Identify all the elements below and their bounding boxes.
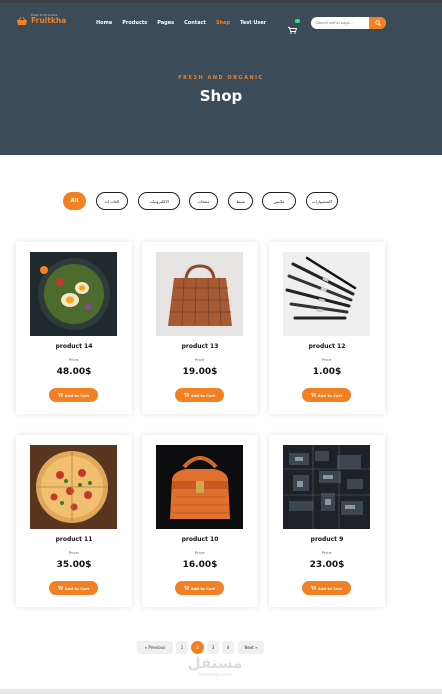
cart-icon (183, 586, 189, 590)
product-card[interactable]: product 9 Price: 23.00$ Add to Cart (269, 435, 385, 607)
cart-badge: 1 (295, 19, 300, 23)
brand-name: Fruitkha (31, 16, 67, 26)
product-card[interactable]: product 14 Price: 48.00$ Add to Cart (16, 242, 132, 414)
add-to-cart-button[interactable]: Add to Cart (175, 388, 224, 402)
add-to-cart-button[interactable]: Add to Cart (49, 388, 98, 402)
search-button[interactable] (369, 17, 386, 29)
product-image[interactable] (30, 445, 117, 529)
page-title: Shop (199, 87, 243, 105)
product-name[interactable]: product 14 (16, 343, 132, 350)
filter-products[interactable]: منتجات (189, 192, 218, 210)
pagination-page[interactable]: 1 (176, 641, 188, 654)
pagination-page[interactable]: 3 (207, 641, 219, 654)
filter-electronics[interactable]: الالكترونيات (138, 192, 180, 210)
brand-tagline: Fresh Fruit Online (31, 13, 58, 17)
watermark: مستقل mostaql.com (180, 654, 250, 684)
cart-icon (310, 586, 316, 590)
product-price: 16.00$ (182, 560, 218, 570)
product-price: 35.00$ (56, 560, 92, 570)
add-to-cart-label: Add to Cart (190, 585, 216, 591)
product-card[interactable]: product 10 Price: 16.00$ Add to Cart (142, 435, 258, 607)
filter-bags[interactable]: شنط (228, 192, 253, 210)
hero-banner: Fruitkha Fresh Fruit Online Home Product… (0, 3, 442, 155)
product-price: 23.00$ (309, 560, 345, 570)
product-card[interactable]: product 11 Price: 35.00$ Add to Cart (16, 435, 132, 607)
add-to-cart-button[interactable]: Add to Cart (49, 581, 98, 595)
pagination: « Previous 1 2 3 4 Next » (0, 641, 442, 655)
add-to-cart-label: Add to Cart (190, 392, 216, 398)
hero-subtitle: FRESH AND ORGANIC (178, 75, 264, 81)
product-price: 19.00$ (182, 367, 218, 377)
product-name[interactable]: product 12 (269, 343, 385, 350)
brand-logo[interactable]: Fruitkha (16, 16, 66, 26)
price-label: Price: (321, 357, 333, 362)
nav-home[interactable]: Home (96, 20, 112, 26)
add-to-cart-button[interactable]: Add to Cart (302, 581, 351, 595)
category-filters: All العاب اند الالكترونيات منتجات شنط مل… (0, 192, 442, 212)
search-input[interactable] (316, 19, 372, 27)
product-image[interactable] (156, 252, 243, 336)
filter-all[interactable]: All (63, 192, 86, 210)
pagination-page[interactable]: 4 (222, 641, 234, 654)
cart-icon (57, 393, 63, 397)
nav-pages[interactable]: Pages (157, 20, 174, 26)
cart-icon (183, 393, 189, 397)
filter-games[interactable]: العاب اند (96, 192, 128, 210)
product-price: 1.00$ (312, 367, 342, 377)
product-name[interactable]: product 11 (16, 536, 132, 543)
cart-icon (310, 393, 316, 397)
main-nav: Home Products Pages Contact Shop Test Us… (96, 20, 266, 26)
product-name[interactable]: product 10 (142, 536, 258, 543)
price-label: Price: (68, 550, 80, 555)
product-image[interactable] (283, 445, 370, 529)
product-image[interactable] (30, 252, 117, 336)
price-label: Price: (321, 550, 333, 555)
product-name[interactable]: product 13 (142, 343, 258, 350)
product-card[interactable]: product 13 Price: 19.00$ Add to Cart (142, 242, 258, 414)
product-image[interactable] (283, 252, 370, 336)
add-to-cart-label: Add to Cart (317, 585, 343, 591)
add-to-cart-label: Add to Cart (64, 392, 90, 398)
search-icon (374, 20, 381, 26)
filter-accessories[interactable]: اكسسوارات (306, 192, 338, 210)
price-label: Price: (194, 550, 206, 555)
pagination-page-current[interactable]: 2 (191, 641, 204, 654)
filter-clothes[interactable]: ملابس (262, 192, 296, 210)
add-to-cart-button[interactable]: Add to Cart (175, 581, 224, 595)
pagination-next[interactable]: Next » (238, 641, 264, 654)
cart-icon (57, 586, 63, 590)
nav-shop[interactable]: Shop (216, 20, 230, 26)
watermark-latin: mostaql.com (198, 672, 232, 678)
add-to-cart-label: Add to Cart (64, 585, 90, 591)
nav-test-user[interactable]: Test User (240, 20, 266, 26)
pagination-previous[interactable]: « Previous (137, 641, 173, 654)
watermark-arabic: مستقل (187, 654, 243, 672)
nav-products[interactable]: Products (122, 20, 147, 26)
product-image[interactable] (156, 445, 243, 529)
search-box (311, 17, 386, 29)
nav-contact[interactable]: Contact (184, 20, 206, 26)
product-card[interactable]: product 12 Price: 1.00$ Add to Cart (269, 242, 385, 414)
footer-divider (0, 689, 442, 694)
add-to-cart-button[interactable]: Add to Cart (302, 388, 351, 402)
fruit-basket-icon (16, 16, 28, 26)
product-price: 48.00$ (56, 367, 92, 377)
add-to-cart-label: Add to Cart (317, 392, 343, 398)
product-name[interactable]: product 9 (269, 536, 385, 543)
price-label: Price: (194, 357, 206, 362)
price-label: Price: (68, 357, 80, 362)
